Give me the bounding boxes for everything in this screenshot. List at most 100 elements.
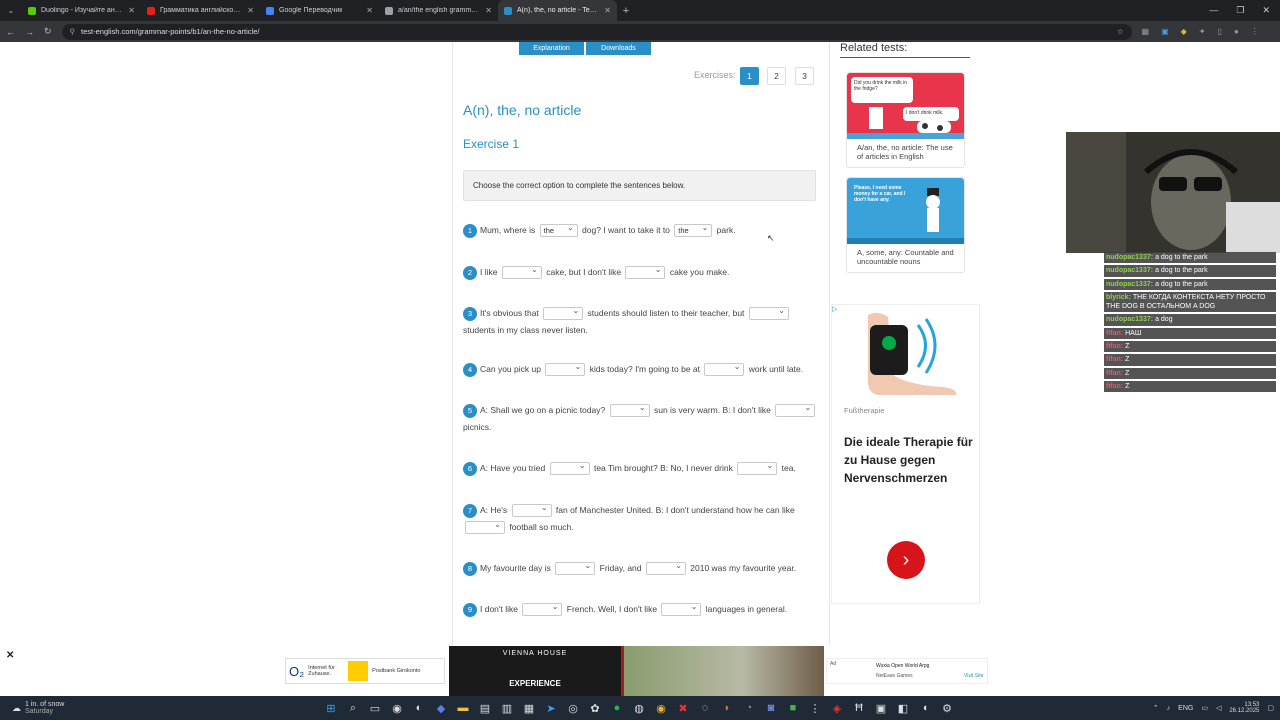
forward-icon[interactable]: → — [25, 27, 34, 37]
folder-icon[interactable]: ▬ — [452, 697, 474, 719]
back-icon[interactable]: ← — [6, 27, 15, 37]
bookmark-star-icon[interactable]: ☆ — [1117, 27, 1124, 36]
app-icon[interactable]: ▦ — [518, 697, 540, 719]
exercise-1-button[interactable]: 1 — [740, 67, 759, 85]
answer-select[interactable] — [549, 460, 590, 476]
close-ad-icon[interactable]: ✕ — [6, 650, 14, 661]
site-info-icon[interactable]: ⚲ — [70, 27, 76, 36]
clock[interactable]: 13:53 26.12.2025 — [1229, 702, 1259, 714]
new-tab-button[interactable]: + — [617, 5, 635, 17]
volume-icon[interactable]: ◁ — [1216, 704, 1221, 712]
ad-arrow-button[interactable]: › — [887, 541, 925, 579]
browser-tab[interactable]: a/an/the english grammar gam ✕ — [379, 0, 498, 21]
extension-icon[interactable]: ▣ — [1161, 27, 1169, 36]
extension-icon[interactable]: ◆ — [1181, 27, 1187, 36]
app-icon[interactable]: ◔ — [738, 697, 760, 719]
app-icon[interactable]: ◗ — [716, 697, 738, 719]
tab-close-icon[interactable]: ✕ — [485, 6, 492, 15]
answer-select[interactable] — [555, 560, 596, 576]
chrome-icon[interactable]: ◉ — [650, 697, 672, 719]
answer-select[interactable] — [737, 460, 778, 476]
answer-select[interactable] — [545, 361, 586, 377]
tab-close-icon[interactable]: ✕ — [128, 6, 135, 15]
app-icon[interactable]: ✖ — [672, 697, 694, 719]
answer-select[interactable] — [543, 305, 584, 321]
tab-close-icon[interactable]: ✕ — [366, 6, 373, 15]
answer-select[interactable]: the — [674, 222, 713, 238]
answer-select[interactable] — [625, 264, 666, 280]
mic-icon[interactable]: ♪ — [1167, 705, 1171, 712]
answer-select[interactable] — [704, 361, 745, 377]
answer-select[interactable] — [775, 402, 816, 418]
game-ad-link[interactable]: Visit Site — [964, 673, 983, 679]
browser-tab[interactable]: Грамматика английского язы ✕ — [141, 0, 260, 21]
answer-select[interactable] — [511, 502, 552, 518]
answer-select[interactable] — [645, 560, 686, 576]
game-ad[interactable]: Ad Wuxia Open World Arpg NetEase Games V… — [826, 658, 988, 684]
app-icon[interactable]: ⋮ — [804, 697, 826, 719]
app-icon[interactable]: Ħ — [848, 697, 870, 719]
related-card[interactable]: Did you drink the milk in the fridge? I … — [846, 72, 965, 168]
app-icon[interactable]: ✿ — [584, 697, 606, 719]
profile-icon[interactable]: ● — [1234, 27, 1239, 36]
answer-select[interactable] — [661, 601, 702, 617]
reload-icon[interactable]: ↻ — [44, 26, 52, 37]
app-icon[interactable]: ▣ — [870, 697, 892, 719]
app-icon[interactable]: ◌ — [694, 697, 716, 719]
adchoices-icon[interactable]: ▷ — [832, 305, 837, 313]
answer-select[interactable] — [501, 264, 542, 280]
language-indicator[interactable]: ENG — [1178, 705, 1193, 712]
menu-dots-icon[interactable]: ⋮ — [1251, 27, 1259, 36]
related-card[interactable]: Please, I need some money for a car, and… — [846, 177, 965, 273]
settings-icon[interactable]: ⚙ — [936, 697, 958, 719]
tab-close-icon[interactable]: ✕ — [247, 6, 254, 15]
browser-tab[interactable]: Google Переводчик ✕ — [260, 0, 379, 21]
steam-icon[interactable]: ◎ — [562, 697, 584, 719]
spotify-icon[interactable]: ● — [606, 697, 628, 719]
app-icon[interactable]: ◖ — [914, 697, 936, 719]
exercise-3-button[interactable]: 3 — [795, 67, 814, 85]
notification-icon[interactable]: ▢ — [1267, 704, 1274, 712]
search-icon[interactable]: ⌕ — [342, 697, 364, 719]
maximize-icon[interactable]: ❐ — [1236, 5, 1244, 16]
answer-select[interactable] — [465, 519, 505, 535]
app-icon[interactable]: ◆ — [430, 697, 452, 719]
o2-ad[interactable]: O₂ Internet für Zuhause. Postbank Giroko… — [285, 658, 445, 684]
app-icon[interactable]: ◍ — [628, 697, 650, 719]
hotel-ad[interactable]: VIENNA HOUSE EXPERIENCE — [449, 646, 824, 696]
tray-chevron-icon[interactable]: ⌃ — [1153, 704, 1159, 712]
minecraft-icon[interactable]: ■ — [782, 697, 804, 719]
sidepanel-icon[interactable]: ▯ — [1218, 27, 1222, 36]
downloads-button[interactable]: Downloads — [586, 42, 651, 55]
windows-start-icon[interactable]: ⊞ — [320, 697, 342, 719]
address-bar[interactable]: ⚲ test-english.com/grammar-points/b1/an-… — [61, 23, 1132, 40]
puzzle-icon[interactable]: ✦ — [1199, 27, 1206, 36]
answer-select[interactable]: the — [539, 222, 578, 238]
ad-headline[interactable]: Die ideale Therapie für zu Hause gegen N… — [844, 433, 974, 487]
app-icon[interactable]: ▤ — [474, 697, 496, 719]
explanation-button[interactable]: Explanation — [519, 42, 584, 55]
app-icon[interactable]: ◉ — [386, 697, 408, 719]
app-icon[interactable]: ▥ — [496, 697, 518, 719]
browser-tab[interactable]: Duolingo - Изучайте английск ✕ — [22, 0, 141, 21]
app-icon[interactable]: ◐ — [408, 697, 430, 719]
advertisement[interactable]: ▷ Fußtherapie Die ideale Therapie für zu… — [831, 304, 980, 604]
discord-icon[interactable]: ◙ — [760, 697, 782, 719]
app-icon[interactable]: ◧ — [892, 697, 914, 719]
browser-tab[interactable]: A(n), the, no article - Test-Engli ✕ — [498, 0, 617, 21]
extension-icon[interactable]: ▦ — [1142, 27, 1150, 36]
app-icon[interactable]: ◈ — [826, 697, 848, 719]
network-icon[interactable]: ▭ — [1201, 704, 1208, 712]
answer-select[interactable] — [522, 601, 563, 617]
minimize-icon[interactable]: — — [1209, 5, 1218, 16]
tab-search-icon[interactable]: ⌄ — [0, 6, 22, 15]
exercise-2-button[interactable]: 2 — [767, 67, 786, 85]
telegram-icon[interactable]: ➤ — [540, 697, 562, 719]
weather-widget[interactable]: ☁ 1 in. of snow Saturday — [0, 701, 300, 715]
answer-select[interactable] — [609, 402, 650, 418]
tab-close-icon[interactable]: ✕ — [604, 6, 611, 15]
answer-select[interactable] — [748, 305, 789, 321]
close-window-icon[interactable]: ✕ — [1262, 5, 1270, 16]
question-text: A: Shall we go on a picnic today? — [480, 405, 606, 415]
task-view-icon[interactable]: ▭ — [364, 697, 386, 719]
